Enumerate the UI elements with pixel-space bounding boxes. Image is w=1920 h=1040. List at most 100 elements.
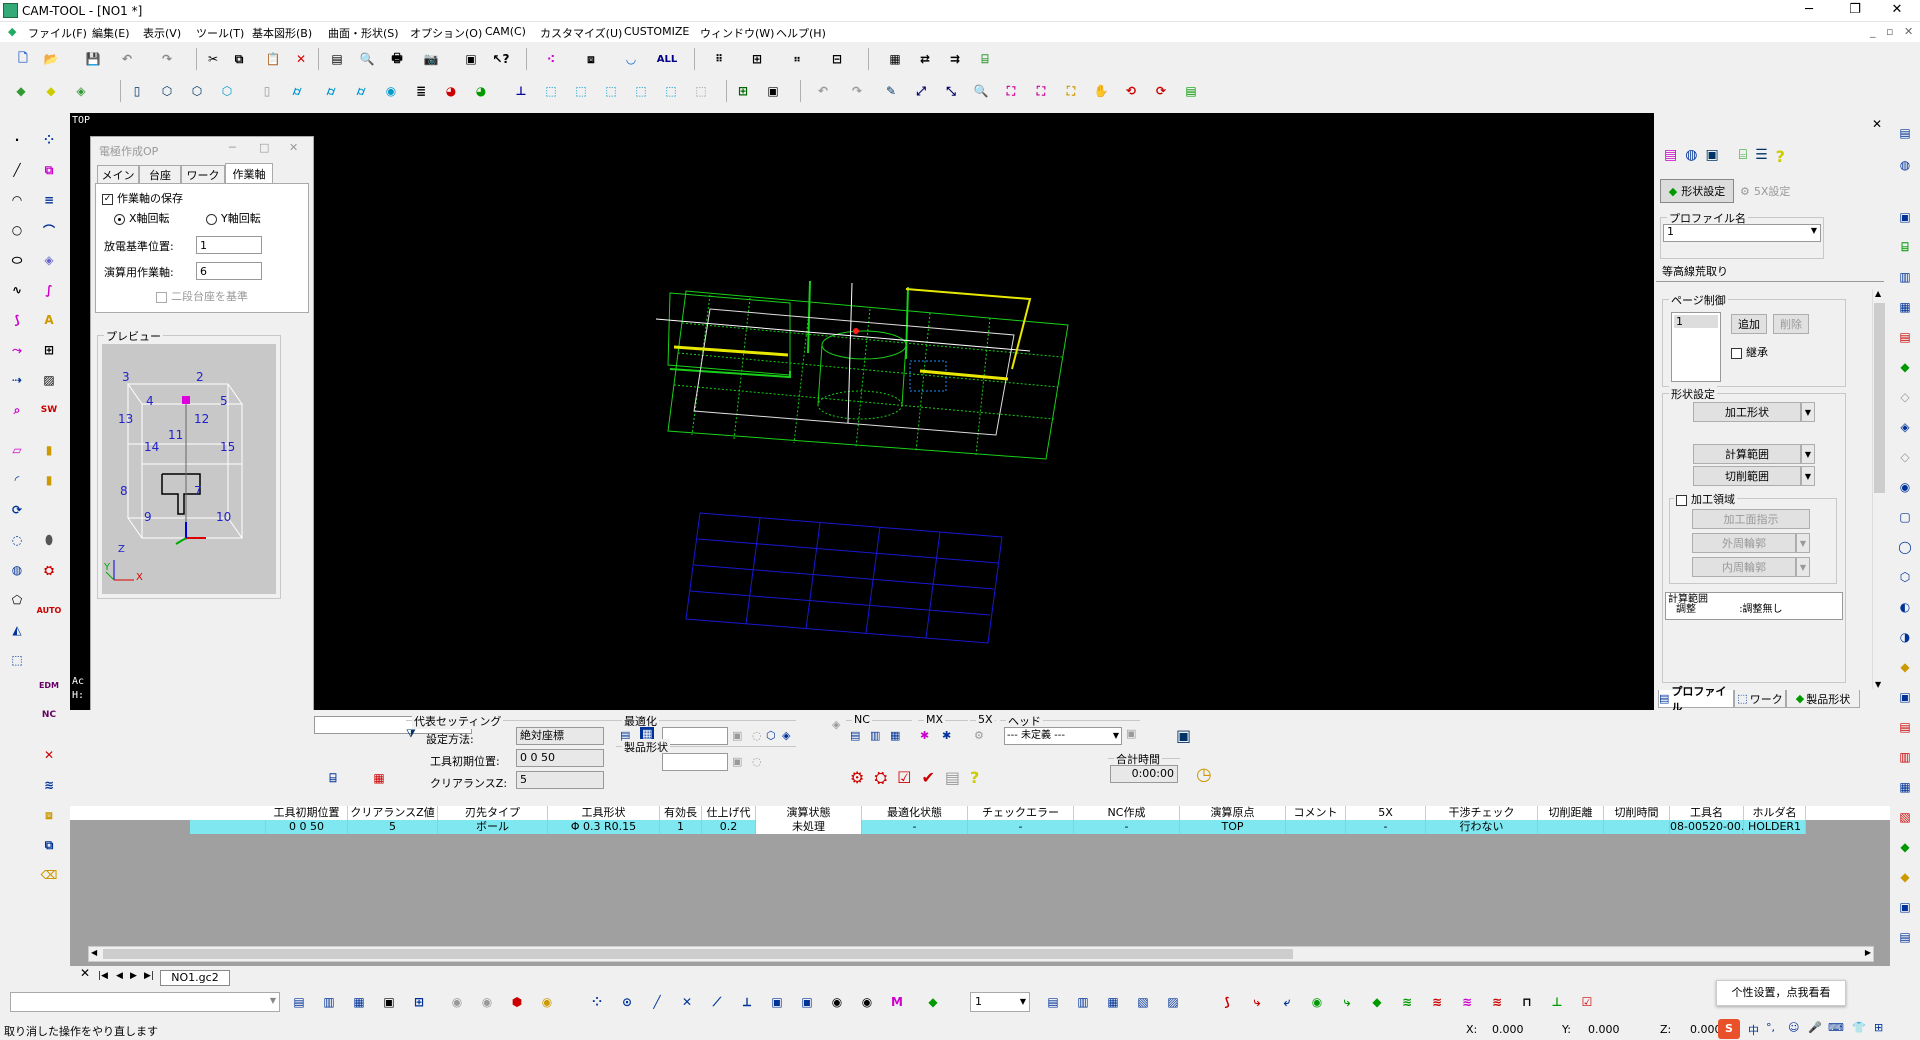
menu-window[interactable]: ウィンドウ(W): [700, 25, 774, 41]
offset-icon[interactable]: ≡: [36, 188, 62, 212]
solid-icon[interactable]: ⬠: [4, 588, 30, 612]
rt-icon-17[interactable]: ◑: [1892, 625, 1918, 649]
arc2-icon[interactable]: ◜: [4, 468, 30, 492]
product-shape-input[interactable]: [662, 753, 728, 771]
ime-shirt-icon[interactable]: 👕: [1852, 1021, 1866, 1034]
print-preview-icon[interactable]: 🔍: [356, 48, 378, 70]
menu-file[interactable]: ファイル(F): [28, 25, 87, 41]
view-render2-icon[interactable]: ◕: [470, 80, 492, 102]
view-box4-icon[interactable]: ⬚: [630, 80, 652, 102]
window-tile-icon[interactable]: ⊞: [732, 80, 754, 102]
delete-icon[interactable]: ✕: [290, 48, 312, 70]
shape-setting-button[interactable]: ◆ 形状設定: [1660, 179, 1734, 203]
two-stage-checkbox[interactable]: 二段台座を基準: [156, 288, 248, 304]
table-icon[interactable]: ⊞: [36, 338, 62, 362]
column-header[interactable]: 切削距離: [1538, 806, 1604, 820]
zoom-out-icon[interactable]: ⛶: [1060, 80, 1082, 102]
properties-icon[interactable]: ▣: [460, 48, 482, 70]
save-icon[interactable]: 💾: [82, 48, 104, 70]
shade-mode-icon[interactable]: ◈: [70, 80, 92, 102]
view-cyl2-icon[interactable]: ⌭: [320, 80, 342, 102]
panel-scrollbar[interactable]: ▲ ▼: [1872, 289, 1886, 689]
chain-icon[interactable]: ⟆: [4, 308, 30, 332]
table-cell[interactable]: -: [1074, 820, 1180, 834]
rt-icon-10[interactable]: ◈: [1892, 415, 1918, 439]
setting-tool-icon[interactable]: ⌸: [320, 766, 346, 790]
rt-icon-8[interactable]: ◆: [1892, 355, 1918, 379]
sheet-prev-icon[interactable]: ◀: [116, 971, 123, 981]
view-iso1-icon[interactable]: ⬡: [156, 80, 178, 102]
scroll-thumb[interactable]: [1874, 303, 1885, 493]
command-input[interactable]: ▼: [10, 992, 280, 1012]
calc-range-button[interactable]: 計算範囲: [1693, 444, 1801, 464]
panel-list-icon[interactable]: ☰: [1755, 147, 1768, 166]
table-cell[interactable]: 5: [348, 820, 438, 834]
column-header[interactable]: 仕上げ代: [702, 806, 756, 820]
layer-select[interactable]: 1 ▼: [970, 992, 1030, 1012]
nc-print-icon[interactable]: ▤: [945, 768, 960, 788]
rt-icon-18[interactable]: ◆: [1892, 655, 1918, 679]
tab-main[interactable]: メイン: [97, 165, 139, 183]
column-header[interactable]: 5X: [1346, 806, 1426, 820]
rt-icon-26[interactable]: ▣: [1892, 895, 1918, 919]
table-cell[interactable]: [1604, 820, 1670, 834]
view-hidden-icon[interactable]: ▯: [256, 80, 278, 102]
view-sphere-icon[interactable]: ◉: [380, 80, 402, 102]
bt-stop-red-icon[interactable]: ⬢: [504, 990, 530, 1014]
tab-base[interactable]: 台座: [139, 165, 181, 183]
menu-cam[interactable]: CAM(C): [485, 25, 526, 38]
column-header[interactable]: コメント: [1286, 806, 1346, 820]
minimize-button[interactable]: ─: [1786, 0, 1832, 22]
discharge-input[interactable]: [196, 236, 262, 254]
fillet-icon[interactable]: ⌒: [36, 218, 62, 242]
bt-path7-icon[interactable]: ≋: [1394, 990, 1420, 1014]
page-list-item[interactable]: 1: [1674, 315, 1718, 328]
edm-icon[interactable]: EDM: [36, 673, 62, 697]
pan-icon[interactable]: ✋: [1090, 80, 1112, 102]
bt-ws4-icon[interactable]: ▧: [1130, 990, 1156, 1014]
view-iso3-icon[interactable]: ⬡: [216, 80, 238, 102]
ime-smile-icon[interactable]: ☺: [1788, 1021, 1799, 1034]
set-method-value[interactable]: 絶対座標: [516, 727, 604, 745]
open-file-icon[interactable]: 📂: [40, 48, 62, 70]
ime-lang[interactable]: 中: [1748, 1022, 1759, 1038]
sheet-last-icon[interactable]: ▶|: [144, 971, 154, 981]
snap-mid-icon[interactable]: ▣: [764, 990, 790, 1014]
view-box6-icon[interactable]: ⬚: [690, 80, 712, 102]
grid-points-icon[interactable]: ⠿: [708, 48, 730, 70]
extend-icon[interactable]: ⇢: [4, 368, 30, 392]
box-icon[interactable]: ◭: [4, 618, 30, 642]
table-cell[interactable]: [1286, 820, 1346, 834]
optimize-opt2-icon[interactable]: ⬡: [766, 729, 776, 742]
column-header[interactable]: 切削時間: [1604, 806, 1670, 820]
paste-icon[interactable]: 📋: [262, 48, 284, 70]
snap-quad-icon[interactable]: ◉: [854, 990, 880, 1014]
bt-path9-icon[interactable]: ≋: [1454, 990, 1480, 1014]
ellipse-icon[interactable]: ⬭: [4, 248, 30, 272]
menu-help[interactable]: ヘルプ(H): [776, 25, 826, 41]
ime-punct-icon[interactable]: °,: [1766, 1021, 1775, 1034]
nc-run-icon[interactable]: ⚙: [850, 768, 864, 788]
column-header[interactable]: 工具名: [1670, 806, 1744, 820]
snap-m-icon[interactable]: M: [884, 990, 910, 1014]
cube-icon[interactable]: ⬚: [4, 648, 30, 672]
snap-perp-icon[interactable]: ⟂: [734, 990, 760, 1014]
table-hscrollbar[interactable]: ◀ ▶: [88, 946, 1874, 962]
new-file-icon[interactable]: 🗋: [12, 48, 34, 70]
product-shape-opt2-icon[interactable]: ◈: [832, 718, 840, 731]
sheet-first-icon[interactable]: |◀: [98, 971, 108, 981]
hscroll-thumb[interactable]: [103, 949, 1293, 959]
tool-init-value[interactable]: 0 0 50: [516, 749, 604, 767]
hatch-icon[interactable]: ▨: [36, 368, 62, 392]
table-cell[interactable]: -: [1346, 820, 1426, 834]
calc-axis-input[interactable]: [196, 262, 262, 280]
view-box1-icon[interactable]: ⬚: [540, 80, 562, 102]
cut-range-dropdown[interactable]: ▼: [1801, 466, 1815, 486]
column-header[interactable]: チェックエラー: [968, 806, 1074, 820]
inner-contour-dropdown[interactable]: ▼: [1796, 557, 1810, 577]
rt-icon-3[interactable]: ▣: [1892, 205, 1918, 229]
snap-tangent-icon[interactable]: ⟋: [704, 990, 730, 1014]
y-rotation-radio[interactable]: Y軸回転: [206, 210, 261, 226]
layer-copy-icon[interactable]: ⇉: [944, 48, 966, 70]
view-box3-icon[interactable]: ⬚: [600, 80, 622, 102]
